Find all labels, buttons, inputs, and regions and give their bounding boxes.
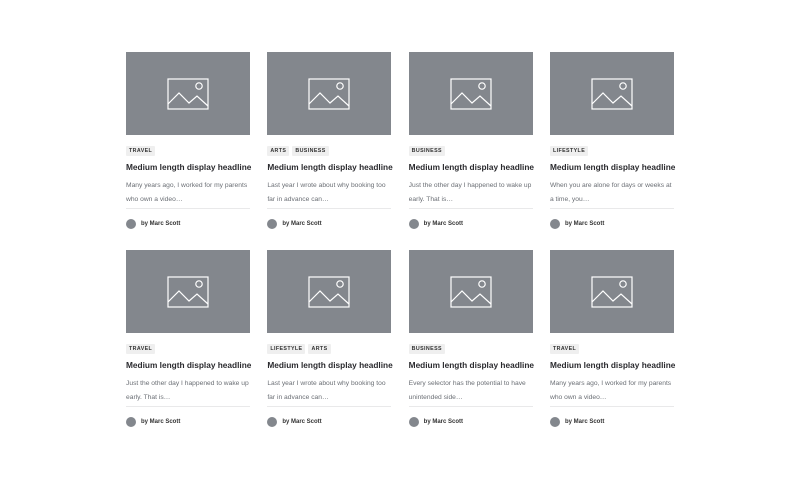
article-thumbnail[interactable] [408,52,533,135]
article-thumbnail[interactable] [549,250,674,333]
avatar[interactable] [126,417,136,427]
tag-list: TRAVEL [126,344,250,354]
divider [126,406,250,407]
author-row: by Marc Scott [549,219,674,229]
image-placeholder-icon [450,275,492,308]
article-excerpt: Just the other day I happened to wake up… [408,182,532,203]
article-excerpt: Last year I wrote about why booking too … [267,182,386,203]
article-headline[interactable]: Medium length display headline [409,360,534,371]
article-excerpt: When you are alone for days or weeks at … [549,182,672,203]
article-thumbnail[interactable] [549,52,674,135]
article-excerpt: Many years ago, I worked for my parents … [549,380,672,401]
article-excerpt: Every selector has the potential to have… [408,380,526,401]
divider [549,208,674,209]
article-headline[interactable]: Medium length display headline [267,162,392,173]
avatar[interactable] [267,417,278,427]
article-excerpt: Many years ago, I worked for my parents … [126,182,248,203]
avatar[interactable] [408,417,419,427]
article-thumbnail[interactable] [126,250,250,333]
article-excerpt: Just the other day I happened to wake up… [126,380,249,401]
article-headline[interactable]: Medium length display headline [126,360,251,371]
image-placeholder-icon [167,77,209,110]
tag-list: ARTS BUSINESS [267,146,391,156]
tag-list: BUSINESS [408,146,533,156]
image-placeholder-icon [167,275,209,308]
article-thumbnail[interactable] [126,52,250,135]
author-row: by Marc Scott [549,417,674,427]
tag-list: TRAVEL [126,146,250,156]
image-placeholder-icon [308,77,350,110]
author-row: by Marc Scott [408,417,533,427]
avatar[interactable] [549,219,560,229]
image-placeholder-icon [591,275,633,308]
article-excerpt: Last year I wrote about why booking too … [267,380,386,401]
author-byline[interactable]: by Marc Scott [141,419,180,425]
avatar[interactable] [408,219,419,229]
image-placeholder-icon [450,77,492,110]
avatar[interactable] [549,417,560,427]
article-headline[interactable]: Medium length display headline [267,360,392,371]
author-row: by Marc Scott [126,417,250,427]
author-row: by Marc Scott [267,219,391,229]
category-tag[interactable]: ARTS [267,146,290,156]
article-headline[interactable]: Medium length display headline [409,162,534,173]
article-card[interactable]: BUSINESS Medium length display headline … [408,250,534,427]
article-card[interactable]: TRAVEL Medium length display headline Ju… [126,250,251,427]
article-card[interactable]: TRAVEL Medium length display headline Ma… [126,52,251,229]
divider [408,406,533,407]
category-tag[interactable]: BUSINESS [408,344,445,354]
category-tag[interactable]: TRAVEL [549,344,580,354]
article-card[interactable]: LIFESTYLE Medium length display headline… [549,52,675,229]
author-row: by Marc Scott [126,219,250,229]
category-tag[interactable]: TRAVEL [126,146,156,156]
author-byline[interactable]: by Marc Scott [565,419,604,425]
divider [267,406,392,407]
article-thumbnail[interactable] [408,250,533,333]
article-card[interactable]: BUSINESS Medium length display headline … [408,52,534,229]
category-tag[interactable]: BUSINESS [292,146,329,156]
article-card[interactable]: LIFESTYLE ARTS Medium length display hea… [267,250,393,427]
divider [267,208,392,209]
author-byline[interactable]: by Marc Scott [282,221,321,227]
divider [549,406,674,407]
tag-list: BUSINESS [408,344,533,354]
divider [408,208,533,209]
article-card[interactable]: TRAVEL Medium length display headline Ma… [549,250,675,427]
category-tag[interactable]: LIFESTYLE [549,146,589,156]
image-placeholder-icon [308,275,350,308]
article-thumbnail[interactable] [267,250,392,333]
author-byline[interactable]: by Marc Scott [424,221,463,227]
article-thumbnail[interactable] [267,52,392,135]
category-tag[interactable]: LIFESTYLE [267,344,306,354]
category-tag[interactable]: ARTS [308,344,331,354]
tag-list: TRAVEL [549,344,674,354]
author-byline[interactable]: by Marc Scott [141,221,180,227]
category-tag[interactable]: BUSINESS [408,146,445,156]
article-headline[interactable]: Medium length display headline [126,162,251,173]
author-byline[interactable]: by Marc Scott [565,221,604,227]
tag-list: LIFESTYLE ARTS [267,344,391,354]
image-placeholder-icon [591,77,633,110]
author-row: by Marc Scott [408,219,533,229]
author-byline[interactable]: by Marc Scott [282,419,321,425]
article-grid: TRAVEL Medium length display headline Ma… [126,52,675,427]
avatar[interactable] [267,219,278,229]
article-card[interactable]: ARTS BUSINESS Medium length display head… [267,52,393,229]
article-headline[interactable]: Medium length display headline [550,162,675,173]
author-row: by Marc Scott [267,417,391,427]
divider [126,208,250,209]
author-byline[interactable]: by Marc Scott [424,419,463,425]
avatar[interactable] [126,219,136,229]
tag-list: LIFESTYLE [549,146,674,156]
category-tag[interactable]: TRAVEL [126,344,156,354]
article-headline[interactable]: Medium length display headline [550,360,675,371]
